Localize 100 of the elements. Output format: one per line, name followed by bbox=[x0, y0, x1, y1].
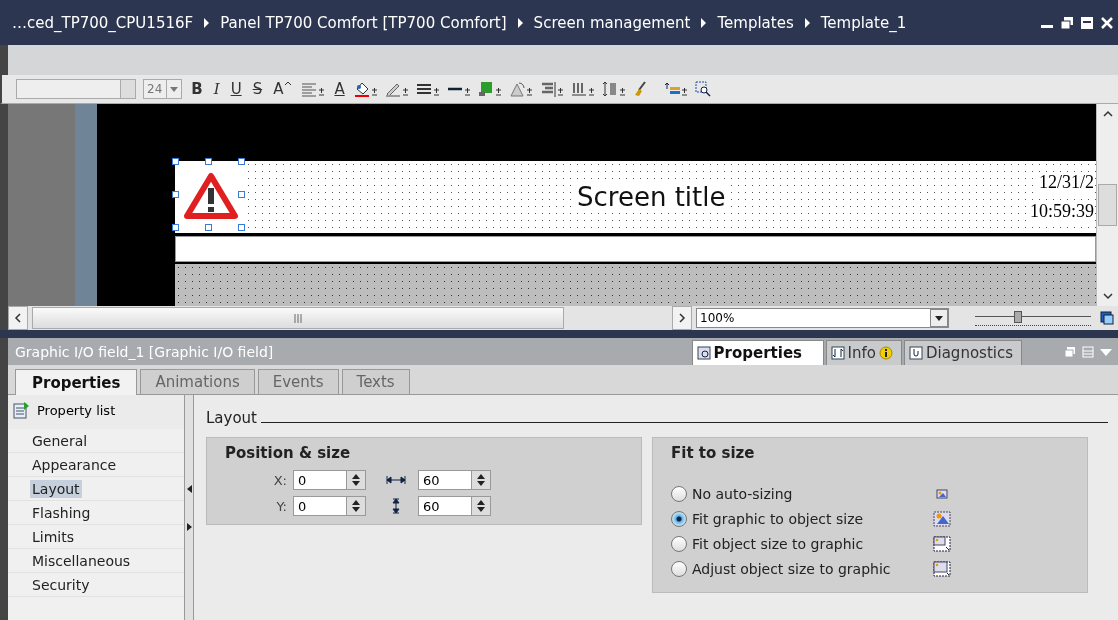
properties-tab[interactable]: Events bbox=[257, 369, 339, 394]
breadcrumb-arrow-icon bbox=[803, 17, 811, 28]
grip-icon bbox=[293, 313, 303, 323]
warning-icon bbox=[183, 172, 239, 222]
expand-right-icon[interactable] bbox=[186, 522, 192, 531]
number-field[interactable]: 0 bbox=[293, 496, 347, 516]
radio-option[interactable]: Fit graphic to object size bbox=[671, 511, 933, 527]
spin-arrows-icon[interactable] bbox=[476, 473, 486, 487]
inspector-tab[interactable]: Properties bbox=[691, 340, 824, 365]
scroll-thumb[interactable] bbox=[32, 307, 564, 329]
nav-item[interactable]: General bbox=[30, 431, 90, 450]
radio-option[interactable]: Fit object size to graphic bbox=[671, 536, 933, 552]
field-label: X: bbox=[272, 472, 288, 488]
underline-button[interactable]: U bbox=[228, 80, 244, 98]
info-icon bbox=[830, 346, 845, 360]
picture-size-icon bbox=[933, 511, 951, 527]
resize-handle[interactable] bbox=[205, 158, 212, 165]
nav-item[interactable]: Appearance bbox=[30, 455, 119, 474]
spin-arrows-icon[interactable] bbox=[476, 499, 486, 513]
properties-tab[interactable]: Texts bbox=[341, 369, 410, 394]
font-name-field[interactable] bbox=[16, 79, 136, 99]
vertical-scrollbar[interactable] bbox=[1096, 104, 1118, 306]
nav-item[interactable]: Security bbox=[30, 575, 92, 594]
breadcrumb-arrow-icon bbox=[516, 17, 524, 28]
caret-up-icon bbox=[284, 80, 293, 88]
bold-button[interactable]: B bbox=[189, 80, 205, 98]
scroll-thumb[interactable] bbox=[1098, 184, 1117, 226]
picture-size-icon bbox=[933, 561, 951, 577]
properties-tab[interactable]: Animations bbox=[140, 369, 255, 394]
size-height-icon[interactable] bbox=[601, 81, 626, 97]
nav-item[interactable]: Flashing bbox=[30, 503, 93, 522]
layer-color-icon[interactable] bbox=[477, 81, 502, 97]
resize-handle[interactable] bbox=[238, 224, 245, 231]
nav-item[interactable]: Layout bbox=[30, 479, 82, 498]
inspector-tab[interactable]: Diagnostics bbox=[903, 340, 1022, 365]
layers-icon[interactable] bbox=[663, 81, 688, 97]
number-field[interactable]: 0 bbox=[293, 470, 347, 490]
number-field[interactable]: 60 bbox=[418, 470, 472, 490]
radio-button[interactable] bbox=[671, 486, 687, 502]
window-icon[interactable] bbox=[1100, 311, 1114, 325]
align-icon[interactable] bbox=[301, 81, 326, 97]
scroll-right-button[interactable] bbox=[672, 306, 692, 330]
line-width-icon[interactable] bbox=[415, 81, 440, 97]
font-color-button[interactable]: A bbox=[332, 80, 347, 98]
dropdown-arrow-icon bbox=[935, 315, 943, 321]
line-color-icon[interactable] bbox=[384, 81, 409, 97]
radio-button[interactable] bbox=[671, 536, 687, 552]
group-title: Position & size bbox=[225, 444, 352, 462]
dropdown-arrow-icon[interactable] bbox=[170, 86, 179, 92]
maximize-icon[interactable] bbox=[1080, 15, 1094, 30]
nav-item[interactable]: Miscellaneous bbox=[30, 551, 133, 570]
resize-handle[interactable] bbox=[238, 158, 245, 165]
number-field[interactable]: 60 bbox=[418, 496, 472, 516]
properties-icon bbox=[696, 346, 711, 360]
breadcrumb-arrow-icon bbox=[700, 17, 708, 28]
inspector-tab[interactable]: Info bbox=[825, 340, 902, 365]
section-title: Layout bbox=[206, 409, 257, 427]
property-list-button[interactable]: Property list bbox=[8, 395, 184, 429]
radio-option[interactable]: Adjust object size to graphic bbox=[671, 561, 933, 577]
resize-handle[interactable] bbox=[238, 191, 245, 198]
resize-handle[interactable] bbox=[172, 224, 179, 231]
restore-icon[interactable] bbox=[1060, 15, 1074, 30]
time-field: 10:59:39 bbox=[1030, 201, 1094, 222]
properties-tab[interactable]: Properties bbox=[15, 369, 138, 395]
picture-size-icon bbox=[933, 536, 951, 552]
italic-button[interactable]: I bbox=[211, 80, 222, 98]
breadcrumb-item[interactable]: Template_1 bbox=[820, 13, 907, 32]
resize-handle[interactable] bbox=[172, 158, 179, 165]
close-icon[interactable] bbox=[1100, 15, 1114, 30]
spin-arrows-icon[interactable] bbox=[351, 473, 361, 487]
rotate-icon[interactable] bbox=[508, 81, 533, 97]
graphic-io-field[interactable] bbox=[175, 161, 247, 233]
breadcrumb-arrow-icon bbox=[203, 17, 211, 28]
chevron-right-icon bbox=[678, 313, 686, 323]
scroll-left-button[interactable] bbox=[8, 306, 28, 330]
diagnostics-icon bbox=[908, 346, 923, 360]
fill-color-icon[interactable] bbox=[353, 81, 378, 97]
radio-button[interactable] bbox=[671, 511, 687, 527]
spin-arrows-icon[interactable] bbox=[351, 499, 361, 513]
resize-handle[interactable] bbox=[205, 224, 212, 231]
zoom-dropdown[interactable]: 100% bbox=[696, 308, 949, 328]
zoom-slider[interactable] bbox=[975, 310, 1091, 326]
breadcrumb-item[interactable]: …ced_TP700_CPU1516F bbox=[12, 13, 194, 32]
group-title: Fit to size bbox=[671, 444, 756, 462]
scroll-down-icon[interactable] bbox=[1102, 291, 1113, 301]
radio-option[interactable]: No auto-sizing bbox=[671, 486, 933, 502]
collapse-left-icon[interactable] bbox=[186, 484, 192, 493]
font-size-field[interactable]: 24 bbox=[143, 79, 183, 99]
breadcrumb-item[interactable]: Templates bbox=[717, 13, 794, 32]
align-right-icon[interactable] bbox=[539, 81, 564, 97]
breadcrumb-item[interactable]: Panel TP700 Comfort [TP700 Comfort] bbox=[220, 13, 507, 32]
scroll-up-icon[interactable] bbox=[1102, 109, 1113, 119]
font-size-up-button[interactable]: A bbox=[271, 80, 295, 98]
breadcrumb-item[interactable]: Screen management bbox=[533, 13, 691, 32]
distribute-icon[interactable] bbox=[570, 81, 595, 97]
field-label: Y: bbox=[275, 498, 288, 514]
slider-thumb[interactable] bbox=[1013, 310, 1022, 323]
radio-button[interactable] bbox=[671, 561, 687, 577]
resize-handle[interactable] bbox=[172, 191, 179, 198]
nav-item[interactable]: Limits bbox=[30, 527, 76, 546]
